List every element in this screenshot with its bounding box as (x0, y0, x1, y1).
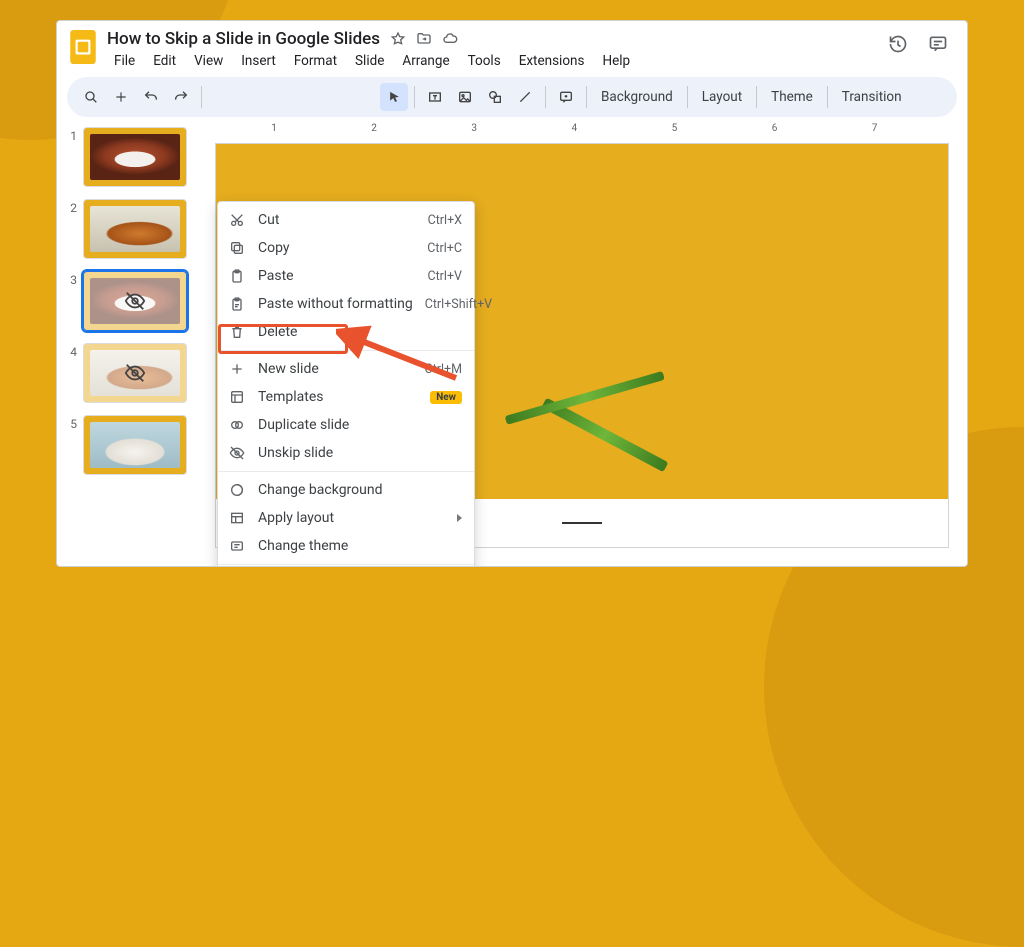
menu-item-label: Duplicate slide (258, 417, 462, 433)
skipped-overlay-icon (84, 344, 186, 402)
dup-icon (228, 416, 246, 434)
menu-shortcut: Ctrl+Shift+V (425, 297, 492, 312)
menu-item-label: Change theme (258, 538, 462, 554)
image-icon[interactable] (451, 83, 479, 111)
slide-number: 2 (67, 199, 77, 215)
menu-item-label: Cut (258, 212, 416, 228)
menu-item-duplicate-slide[interactable]: Duplicate slide (218, 411, 474, 439)
menu-help[interactable]: Help (595, 51, 637, 71)
menu-item-label: Unskip slide (258, 445, 462, 461)
slide-thumbnail-3[interactable]: 3 (67, 271, 191, 331)
slide-context-menu: Cut Ctrl+X Copy Ctrl+C Paste Ctrl+V Paste with… (217, 201, 475, 566)
pastewf-icon (228, 295, 246, 313)
cursor-tool-icon[interactable] (380, 83, 408, 111)
menu-tools[interactable]: Tools (461, 51, 508, 71)
horizontal-ruler: 1 2 3 4 5 6 7 (197, 117, 967, 135)
theme-icon (228, 537, 246, 555)
delete-icon (228, 323, 246, 341)
textbox-icon[interactable] (421, 83, 449, 111)
menu-item-label: Change background (258, 482, 462, 498)
document-title[interactable]: How to Skip a Slide in Google Slides (107, 29, 380, 49)
slide-thumbnail-1[interactable]: 1 (67, 127, 191, 187)
menu-shortcut: Ctrl+X (428, 213, 462, 228)
google-slides-window: How to Skip a Slide in Google Slides Fil… (56, 20, 968, 567)
slide-number: 3 (67, 271, 77, 287)
menubar: File Edit View Insert Format Slide Arran… (107, 51, 877, 71)
menu-item-templates[interactable]: Templates New (218, 383, 474, 411)
slide-number: 1 (67, 127, 77, 143)
menu-item-new-slide[interactable]: New slide Ctrl+M (218, 355, 474, 383)
undo-icon[interactable] (137, 83, 165, 111)
plus-icon (228, 360, 246, 378)
menu-edit[interactable]: Edit (146, 51, 183, 71)
slide-thumbnail-5[interactable]: 5 (67, 415, 191, 475)
titlebar: How to Skip a Slide in Google Slides Fil… (57, 21, 967, 71)
menu-item-cut[interactable]: Cut Ctrl+X (218, 206, 474, 234)
menu-item-paste[interactable]: Paste Ctrl+V (218, 262, 474, 290)
menu-item-label: Apply layout (258, 510, 462, 526)
menu-item-label: Templates (258, 389, 418, 405)
cut-icon (228, 211, 246, 229)
menu-shortcut: Ctrl+M (424, 362, 462, 377)
new-slide-icon[interactable] (107, 83, 135, 111)
menu-shortcut: Ctrl+V (427, 269, 462, 284)
slides-logo-icon (69, 29, 97, 65)
skipped-overlay-icon (84, 272, 186, 330)
history-icon[interactable] (887, 33, 909, 55)
slide-thumbnail-4[interactable]: 4 (67, 343, 191, 403)
menu-item-change-theme[interactable]: Change theme (218, 532, 474, 560)
background-button[interactable]: Background (593, 85, 681, 109)
menu-item-label: Delete (258, 324, 462, 340)
comments-icon[interactable] (927, 33, 949, 55)
unskip-icon (228, 444, 246, 462)
slide-thumbnail-2[interactable]: 2 (67, 199, 191, 259)
menu-item-label: Paste (258, 268, 415, 284)
menu-view[interactable]: View (187, 51, 230, 71)
menu-item-paste-without-formatting[interactable]: Paste without formattingCtrl+Shift+V (218, 290, 474, 318)
menu-extensions[interactable]: Extensions (512, 51, 592, 71)
templates-icon (228, 388, 246, 406)
shape-icon[interactable] (481, 83, 509, 111)
move-to-folder-icon[interactable] (416, 31, 432, 47)
menu-arrange[interactable]: Arrange (395, 51, 456, 71)
layout-icon (228, 509, 246, 527)
theme-button[interactable]: Theme (763, 85, 821, 109)
paste-icon (228, 267, 246, 285)
menu-item-label: New slide (258, 361, 412, 377)
menu-slide[interactable]: Slide (348, 51, 391, 71)
redo-icon[interactable] (167, 83, 195, 111)
slide-number: 4 (67, 343, 77, 359)
transition-button[interactable]: Transition (834, 85, 910, 109)
menu-item-apply-layout[interactable]: Apply layout (218, 504, 474, 532)
menu-insert[interactable]: Insert (234, 51, 283, 71)
menu-format[interactable]: Format (287, 51, 344, 71)
menu-item-change-background[interactable]: Change background (218, 476, 474, 504)
menu-item-delete[interactable]: Delete (218, 318, 474, 346)
search-icon[interactable] (77, 83, 105, 111)
menu-item-unskip-slide[interactable]: Unskip slide (218, 439, 474, 467)
add-comment-icon[interactable] (552, 83, 580, 111)
line-icon[interactable] (511, 83, 539, 111)
menu-item-label: Copy (258, 240, 415, 256)
cloud-status-icon[interactable] (442, 31, 458, 47)
star-icon[interactable] (390, 31, 406, 47)
slide-number: 5 (67, 415, 77, 431)
new-badge: New (430, 391, 462, 404)
bg-icon (228, 481, 246, 499)
menu-item-copy[interactable]: Copy Ctrl+C (218, 234, 474, 262)
copy-icon (228, 239, 246, 257)
layout-button[interactable]: Layout (694, 85, 750, 109)
menu-shortcut: Ctrl+C (427, 241, 462, 256)
toolbar: Background Layout Theme Transition (67, 77, 957, 117)
menu-file[interactable]: File (107, 51, 142, 71)
menu-item-label: Paste without formatting (258, 296, 413, 312)
slide-thumbnail-panel: 1 2 3 4 5 (57, 117, 197, 566)
